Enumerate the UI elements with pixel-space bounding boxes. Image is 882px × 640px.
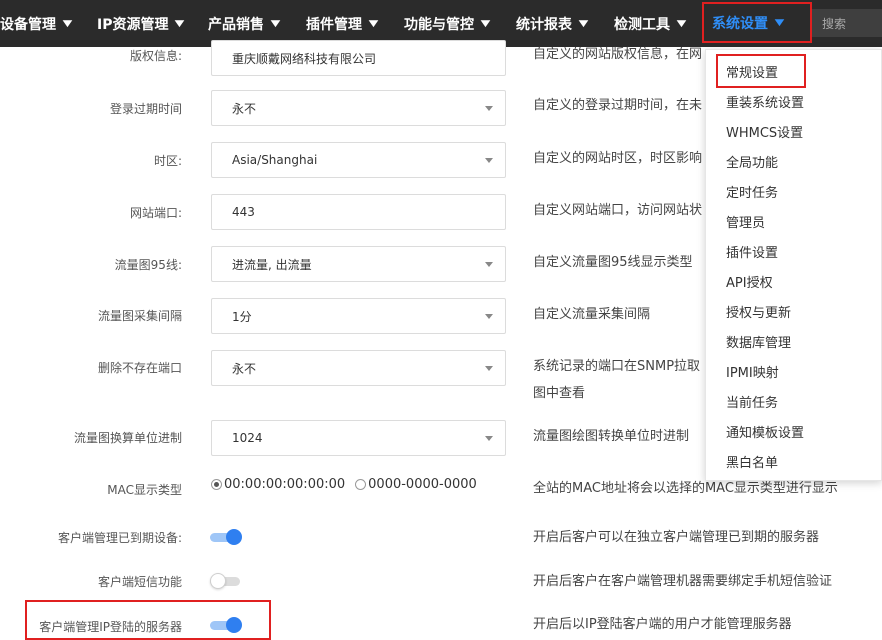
delete-port-select[interactable]: 永不	[211, 350, 506, 386]
login-expire-label: 登录过期时间	[109, 102, 182, 116]
site-port-description: 自定义网站端口，访问网站状	[533, 203, 703, 218]
caret-down-icon	[485, 314, 493, 319]
traffic-95-label: 流量图95线:	[114, 258, 182, 272]
chevron-down-icon: ▼	[480, 18, 491, 29]
traffic-interval-select[interactable]: 1分	[211, 298, 506, 334]
nav-ip-resource-management[interactable]: IP资源管理 ▼	[97, 0, 185, 47]
mac-option-colon[interactable]: 00:00:00:00:00:00	[211, 477, 345, 492]
field-value: 443	[232, 205, 255, 219]
nav-detection-tools[interactable]: 检测工具 ▼	[614, 0, 687, 47]
caret-down-icon	[485, 262, 493, 267]
radio-unchecked-icon	[355, 479, 367, 490]
caret-down-icon	[485, 436, 493, 441]
chevron-down-icon: ▼	[774, 17, 785, 28]
field-value: 永不	[232, 361, 257, 376]
field-value: 1分	[232, 309, 252, 324]
unit-base-label: 流量图换算单位进制	[73, 431, 182, 445]
mac-type-label: MAC显示类型	[107, 483, 182, 497]
toggle-knob	[226, 529, 242, 545]
toggle-knob	[210, 573, 226, 589]
chevron-down-icon: ▼	[578, 18, 589, 29]
menu-item-license-update[interactable]: 授权与更新	[726, 302, 791, 321]
search-input[interactable]: 搜索	[812, 9, 882, 37]
mac-option-dash[interactable]: 0000-0000-0000	[355, 477, 477, 492]
caret-down-icon	[485, 366, 493, 371]
menu-item-administrators[interactable]: 管理员	[726, 212, 765, 231]
menu-item-ipmi-mapping[interactable]: IPMI映射	[726, 362, 779, 381]
menu-item-global-features[interactable]: 全局功能	[726, 152, 778, 171]
field-value: 1024	[232, 431, 263, 445]
nav-label: IP资源管理	[97, 16, 169, 33]
field-value: 进流量, 出流量	[232, 257, 312, 272]
traffic-interval-label: 流量图采集间隔	[97, 309, 182, 323]
menu-item-black-white-list[interactable]: 黑白名单	[726, 452, 778, 471]
radio-label: 00:00:00:00:00:00	[224, 477, 346, 492]
nav-label: 统计报表	[516, 16, 572, 33]
copyright-description: 自定义的网站版权信息，在网	[533, 47, 703, 62]
client-expired-label: 客户端管理已到期设备:	[57, 531, 182, 545]
system-settings-dropdown: 常规设置 重装系统设置 WHMCS设置 全局功能 定时任务 管理员 插件设置 A…	[705, 49, 882, 481]
menu-item-api-authorization[interactable]: API授权	[726, 272, 773, 291]
client-expired-toggle[interactable]	[210, 529, 242, 545]
field-value: Asia/Shanghai	[232, 153, 318, 167]
client-ip-login-description: 开启后以IP登陆客户端的用户才能管理服务器	[533, 617, 792, 632]
client-sms-label: 客户端短信功能	[97, 575, 182, 589]
client-expired-description: 开启后客户可以在独立客户端管理已到期的服务器	[533, 530, 820, 545]
radio-label: 0000-0000-0000	[368, 477, 477, 492]
chevron-down-icon: ▼	[676, 18, 687, 29]
delete-port-description: 系统记录的端口在SNMP拉取	[533, 359, 701, 374]
nav-system-settings[interactable]: 系统设置 ▼	[702, 2, 812, 43]
nav-device-management[interactable]: 设备管理 ▼	[0, 0, 73, 47]
menu-item-reinstall-settings[interactable]: 重装系统设置	[726, 92, 804, 111]
menu-item-scheduled-tasks[interactable]: 定时任务	[726, 182, 778, 201]
caret-down-icon	[485, 106, 493, 111]
radio-checked-icon	[211, 479, 222, 490]
caret-down-icon	[485, 158, 493, 163]
client-sms-toggle[interactable]	[210, 573, 242, 589]
search-placeholder: 搜索	[822, 16, 847, 31]
nav-label: 产品销售	[208, 16, 264, 33]
nav-label: 功能与管控	[404, 16, 474, 33]
client-sms-description: 开启后客户在客户端管理机器需要绑定手机短信验证	[533, 574, 833, 589]
menu-item-label: 常规设置	[726, 65, 779, 81]
field-value: 重庆顺戴网络科技有限公司	[232, 51, 377, 66]
site-port-label: 网站端口:	[129, 206, 182, 220]
chevron-down-icon: ▼	[175, 18, 185, 29]
traffic-interval-description: 自定义流量采集间隔	[533, 307, 651, 322]
login-expire-select[interactable]: 永不	[211, 90, 506, 126]
menu-item-general-settings[interactable]: 常规设置	[716, 54, 806, 88]
unit-base-description: 流量图绘图转换单位时进制	[533, 429, 690, 444]
site-port-input[interactable]: 443	[211, 194, 506, 230]
timezone-select[interactable]: Asia/Shanghai	[211, 142, 506, 178]
nav-label: 系统设置	[712, 15, 768, 32]
copyright-input[interactable]: 重庆顺戴网络科技有限公司	[211, 40, 506, 76]
menu-item-current-tasks[interactable]: 当前任务	[726, 392, 778, 411]
menu-item-plugin-settings[interactable]: 插件设置	[726, 242, 778, 261]
traffic-95-select[interactable]: 进流量, 出流量	[211, 246, 506, 282]
nav-statistics-reports[interactable]: 统计报表 ▼	[516, 0, 589, 47]
nav-label: 设备管理	[0, 16, 56, 33]
highlight-annotation-box	[25, 600, 271, 640]
chevron-down-icon: ▼	[62, 18, 73, 29]
timezone-description: 自定义的网站时区，时区影响	[533, 151, 703, 166]
field-value: 永不	[232, 101, 257, 116]
traffic-95-description: 自定义流量图95线显示类型	[533, 255, 693, 270]
nav-label: 插件管理	[306, 16, 362, 33]
nav-label: 检测工具	[614, 16, 670, 33]
menu-item-whmcs-settings[interactable]: WHMCS设置	[726, 122, 803, 141]
chevron-down-icon: ▼	[368, 18, 379, 29]
unit-base-select[interactable]: 1024	[211, 420, 506, 456]
mac-type-radio-group: 00:00:00:00:00:00 0000-0000-0000	[211, 477, 487, 492]
chevron-down-icon: ▼	[270, 18, 281, 29]
timezone-label: 时区:	[153, 154, 182, 168]
copyright-label: 版权信息:	[129, 49, 182, 63]
menu-item-notification-templates[interactable]: 通知模板设置	[726, 422, 804, 441]
menu-item-database-management[interactable]: 数据库管理	[726, 332, 791, 351]
delete-port-description-line2: 图中查看	[533, 386, 586, 401]
login-expire-description: 自定义的登录过期时间，在未	[533, 98, 703, 113]
delete-port-label: 删除不存在端口	[97, 361, 182, 375]
